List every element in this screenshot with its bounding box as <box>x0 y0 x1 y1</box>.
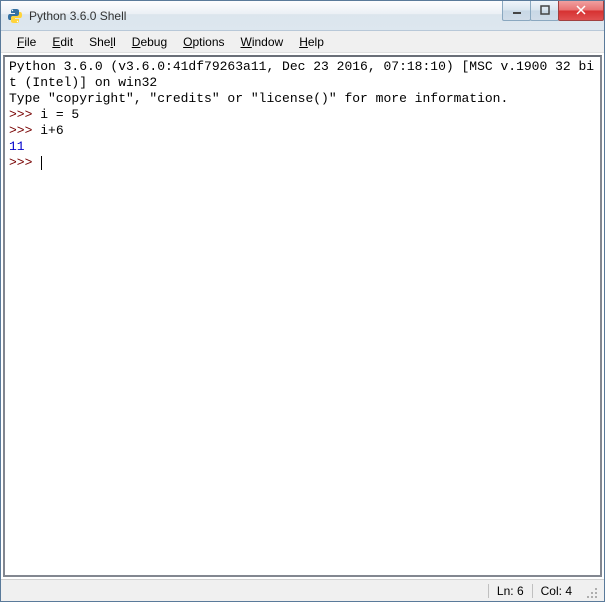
menubar: File Edit Shell Debug Options Window Hel… <box>1 31 604 53</box>
menu-options[interactable]: Options <box>175 33 232 51</box>
banner-line-1: Python 3.6.0 (v3.6.0:41df79263a11, Dec 2… <box>9 59 594 90</box>
titlebar[interactable]: Python 3.6.0 Shell <box>1 1 604 31</box>
window-controls <box>503 1 604 21</box>
prompt: >>> <box>9 123 40 138</box>
window-title: Python 3.6.0 Shell <box>29 9 503 23</box>
minimize-button[interactable] <box>502 1 531 21</box>
menu-shell[interactable]: Shell <box>81 33 124 51</box>
status-line: Ln: 6 <box>488 584 532 598</box>
resize-grip-icon[interactable] <box>584 585 600 601</box>
menu-file[interactable]: File <box>9 33 44 51</box>
maximize-button[interactable] <box>530 1 559 21</box>
banner-line-2: Type "copyright", "credits" or "license(… <box>9 91 508 106</box>
prompt: >>> <box>9 107 40 122</box>
content-frame: Python 3.6.0 (v3.6.0:41df79263a11, Dec 2… <box>3 55 602 577</box>
status-col: Col: 4 <box>532 584 580 598</box>
prompt: >>> <box>9 155 40 170</box>
menu-debug[interactable]: Debug <box>124 33 175 51</box>
close-button[interactable] <box>558 1 604 21</box>
output-line: 11 <box>9 139 25 154</box>
app-window: Python 3.6.0 Shell File Edit Shell Debug… <box>0 0 605 602</box>
python-icon <box>7 8 23 24</box>
menu-edit[interactable]: Edit <box>44 33 81 51</box>
menu-window[interactable]: Window <box>233 33 292 51</box>
menu-help[interactable]: Help <box>291 33 332 51</box>
shell-text-area[interactable]: Python 3.6.0 (v3.6.0:41df79263a11, Dec 2… <box>5 57 600 575</box>
statusbar: Ln: 6 Col: 4 <box>1 579 604 601</box>
input-line: i = 5 <box>40 107 79 122</box>
input-line: i+6 <box>40 123 63 138</box>
text-cursor <box>41 156 42 170</box>
